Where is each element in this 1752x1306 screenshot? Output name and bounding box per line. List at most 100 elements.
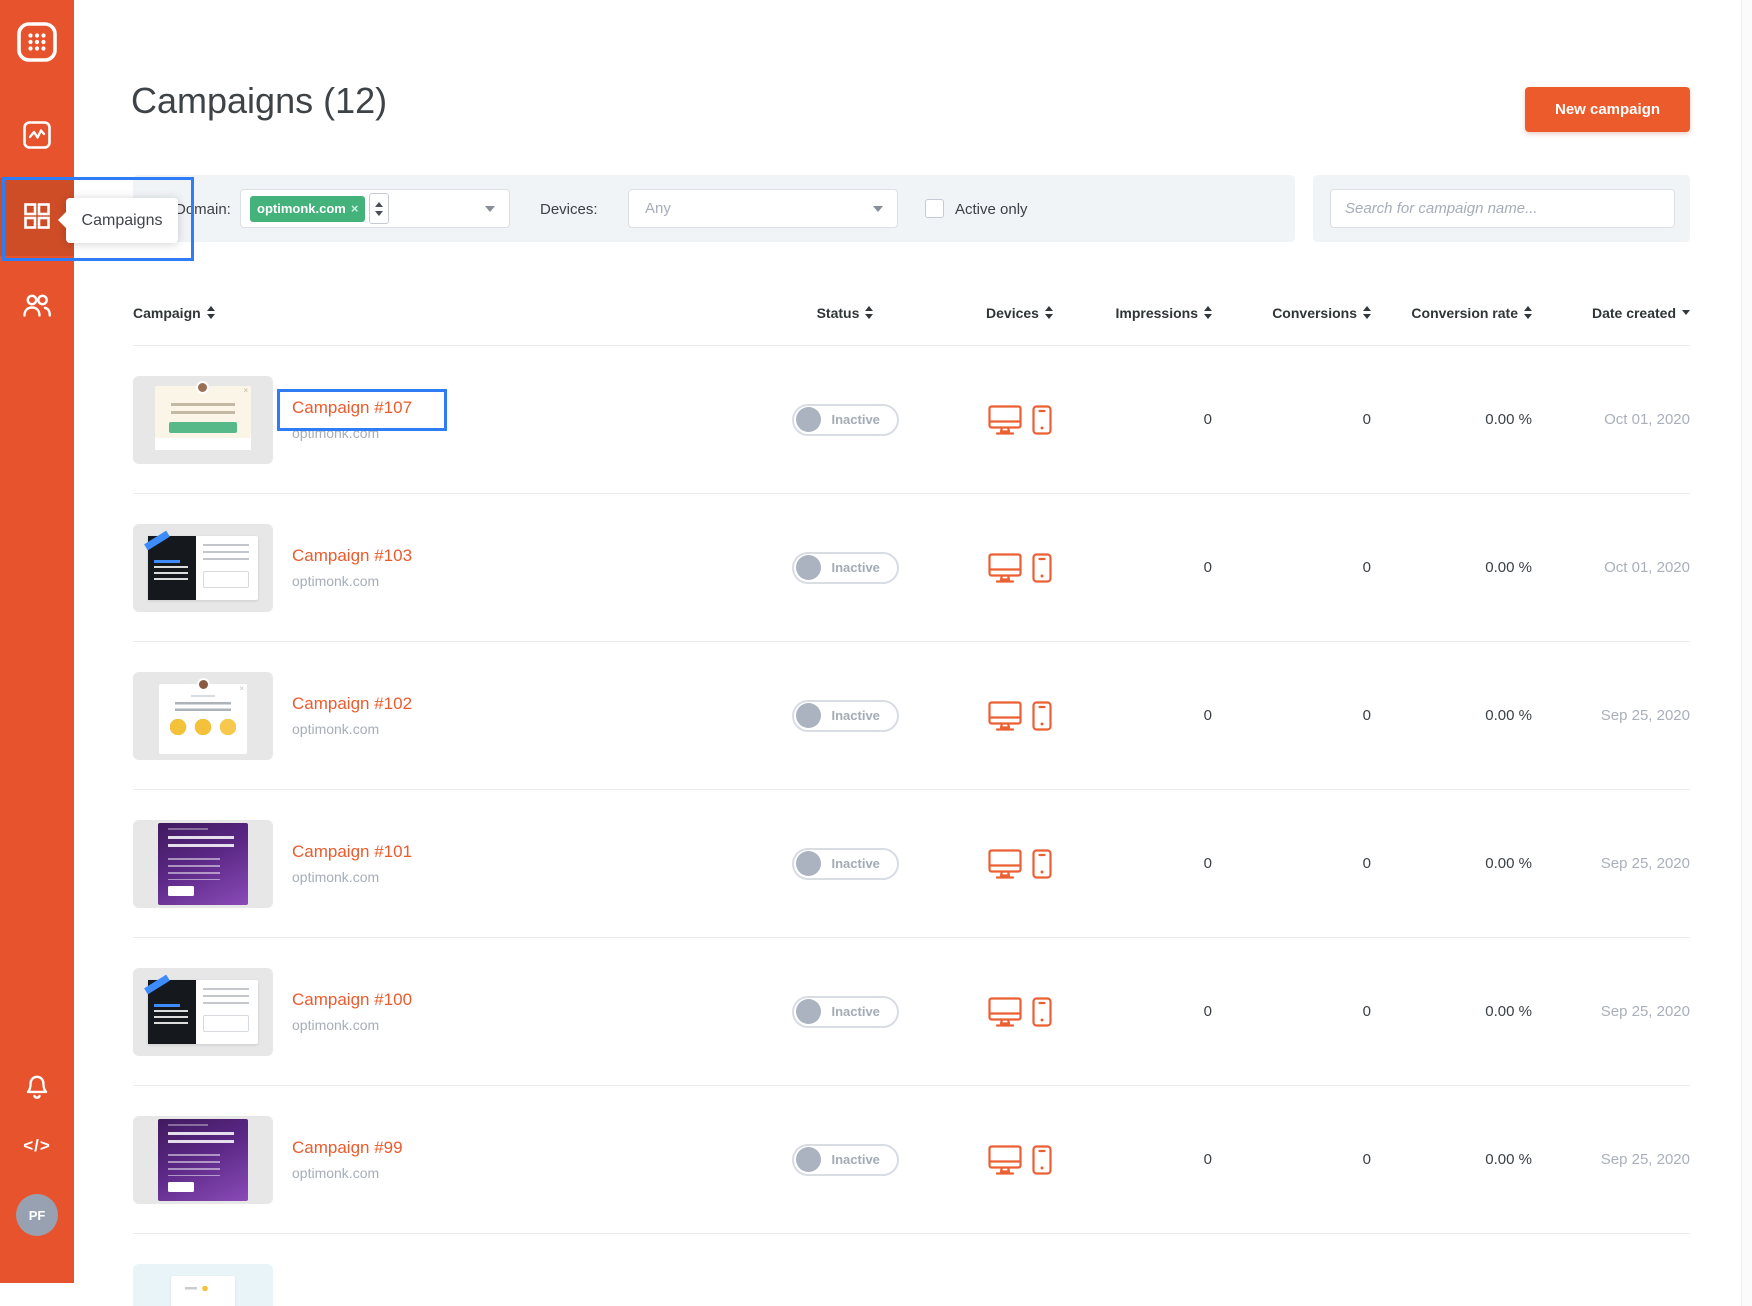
campaign-name-wrap: Campaign #103 [292,546,412,566]
column-header-conversion-rate[interactable]: Conversion rate [1371,305,1532,321]
campaign-thumbnail[interactable] [133,1264,273,1306]
campaigns-grid-icon [22,201,52,231]
thumbnail-art [154,1010,188,1027]
date-created-value: Oct 01, 2020 [1604,559,1690,576]
toggle-knob-icon [796,851,821,876]
mobile-icon [1032,849,1052,879]
campaign-name-wrap: Campaign #102 [292,694,412,714]
table-row: Campaign #101 optimonk.com Inactive [133,789,1690,937]
status-toggle[interactable]: Inactive [792,1144,899,1176]
campaign-name-link[interactable]: Campaign #103 [292,546,412,565]
campaign-thumbnail[interactable] [133,820,273,908]
domain-select[interactable]: optimonk.com × [240,189,510,228]
campaigns-table: Campaign Status Devices Impressions Conv… [133,280,1690,1306]
thumbnail-art [191,695,215,698]
sort-icon [865,306,873,319]
thumbnail-art [155,438,251,450]
column-header-impressions[interactable]: Impressions [1102,305,1212,321]
column-header-status[interactable]: Status [753,305,937,321]
column-header-campaign[interactable]: Campaign [133,305,753,321]
status-label: Inactive [832,1004,880,1019]
conversions-value: 0 [1363,1003,1371,1020]
mobile-icon [1032,1145,1052,1175]
thumbnail-art [170,719,236,735]
campaign-name-link[interactable]: Campaign #100 [292,990,412,1009]
devices-select[interactable]: Any [628,189,898,228]
thumbnail-art [185,1286,209,1291]
campaign-domain: optimonk.com [292,573,412,589]
sort-icon [1363,306,1371,319]
thumbnail-art [168,1154,220,1176]
thumbnail-art [203,1015,249,1032]
campaign-name-link[interactable]: Campaign #107 [292,398,412,417]
conversion-rate-value: 0.00 % [1485,559,1532,576]
campaign-name-link[interactable]: Campaign #99 [292,1138,403,1157]
sort-icon [1204,306,1212,319]
thumbnail-art [171,1276,235,1306]
sidebar-item-audience[interactable] [0,288,74,322]
tooltip-label: Campaigns [82,212,163,230]
campaign-name-link[interactable]: Campaign #102 [292,694,412,713]
user-avatar[interactable]: PF [0,1194,74,1236]
table-row: Campaign #107 optimonk.com Inactive [133,345,1690,493]
spinner-up-icon [375,202,383,207]
campaign-search-input[interactable] [1330,189,1675,228]
campaign-name-wrap: Campaign #107 [292,398,412,418]
status-toggle[interactable]: Inactive [792,996,899,1028]
campaign-name-wrap: Campaign #100 [292,990,412,1010]
status-toggle[interactable]: Inactive [792,552,899,584]
date-created-value: Sep 25, 2020 [1601,1003,1690,1020]
campaign-domain: optimonk.com [292,1165,403,1181]
campaign-thumbnail[interactable] [133,376,273,464]
app-logo-icon[interactable] [0,20,74,64]
campaign-name-link[interactable]: Campaign #101 [292,842,412,861]
thumbnail-art [203,571,249,588]
new-campaign-button[interactable]: New campaign [1525,87,1690,132]
campaign-name-wrap: Campaign #101 [292,842,412,862]
conversion-rate-value: 0.00 % [1485,411,1532,428]
status-toggle[interactable]: Inactive [792,848,899,880]
column-header-devices[interactable]: Devices [937,305,1102,321]
desktop-icon [988,997,1022,1027]
status-toggle[interactable]: Inactive [792,404,899,436]
sidebar-item-analytics[interactable] [0,118,74,152]
campaign-thumbnail[interactable] [133,672,273,760]
analytics-icon [22,120,52,150]
logo-grid-icon [16,21,58,63]
status-label: Inactive [832,708,880,723]
devices-selected-value: Any [645,200,671,217]
mobile-icon [1032,553,1052,583]
column-header-date-created[interactable]: Date created [1532,305,1690,321]
scrollbar-track[interactable] [1741,0,1752,1306]
sort-desc-icon [1682,310,1690,315]
column-header-conversions[interactable]: Conversions [1212,305,1371,321]
sidebar-item-code[interactable]: </> [0,1132,74,1160]
sidebar-item-notifications[interactable] [0,1072,74,1104]
domain-filter-label: Domain: [175,201,231,218]
status-toggle[interactable]: Inactive [792,700,899,732]
campaign-thumbnail[interactable] [133,524,273,612]
impressions-value: 0 [1204,411,1212,428]
conversion-rate-value: 0.00 % [1485,1151,1532,1168]
domain-spinner[interactable] [369,193,389,224]
domain-tag: optimonk.com × [250,196,365,222]
conversions-value: 0 [1363,1151,1371,1168]
mobile-icon [1032,405,1052,435]
thumbnail-art [169,422,237,433]
thumbnail-art [168,1132,234,1144]
table-row: Campaign #100 optimonk.com Inactive [133,937,1690,1085]
thumbnail-art [197,678,210,691]
campaign-thumbnail[interactable] [133,968,273,1056]
thumbnail-art [168,1182,194,1192]
desktop-icon [988,701,1022,731]
table-row: Campaign #102 optimonk.com Inactive [133,641,1690,789]
active-only-checkbox[interactable] [925,199,944,218]
toggle-knob-icon [796,703,821,728]
page-title: Campaigns (12) [131,80,387,122]
conversions-value: 0 [1363,855,1371,872]
sidebar: </> PF [0,0,74,1283]
campaign-thumbnail[interactable] [133,1116,273,1204]
remove-domain-tag-icon[interactable]: × [351,201,359,216]
domain-caret-icon [485,206,495,212]
thumbnail-art [168,828,208,831]
